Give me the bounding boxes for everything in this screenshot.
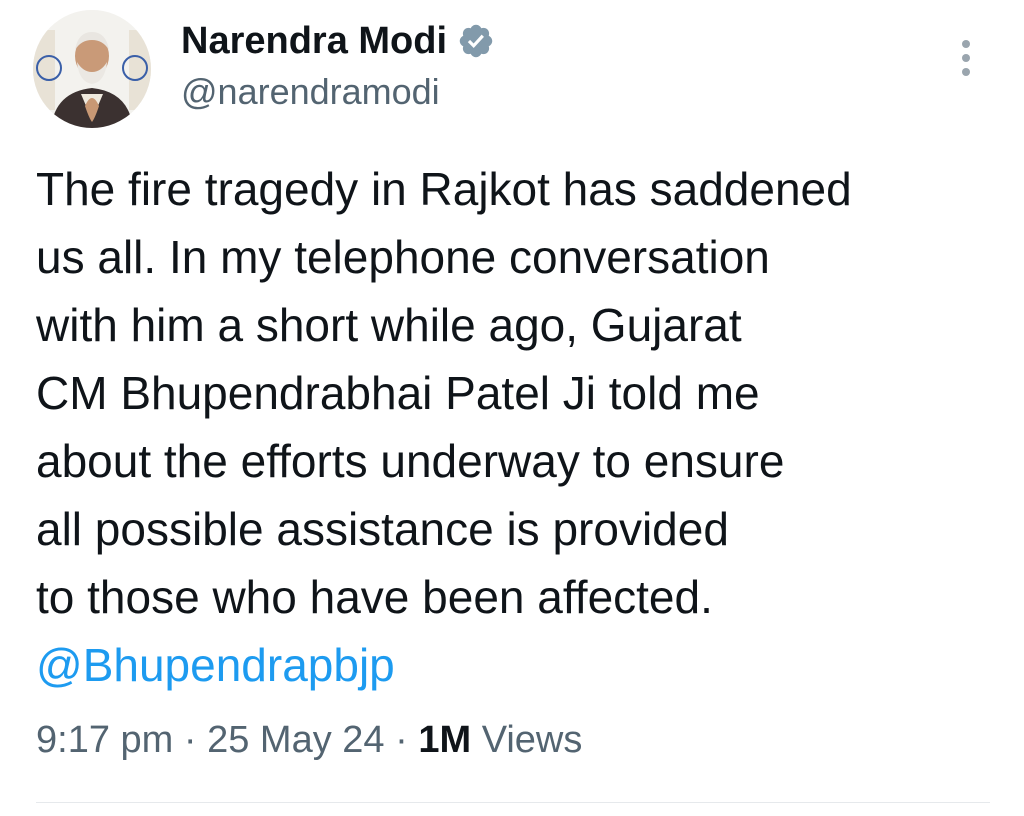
tweet-line: all possible assistance is provided (36, 503, 729, 555)
tweet-date[interactable]: 25 May 24 (207, 719, 384, 761)
tweet-line: us all. In my telephone conversation (36, 231, 770, 283)
tweet-meta: 9:17 pm · 25 May 24 · 1M Views (36, 716, 582, 764)
avatar-photo (33, 10, 151, 128)
more-vertical-icon[interactable] (952, 36, 980, 80)
tweet-time[interactable]: 9:17 pm (36, 719, 173, 761)
views-label: Views (481, 719, 583, 761)
tweet-line: about the efforts underway to ensure (36, 435, 785, 487)
author-display-name[interactable]: Narendra Modi (181, 18, 447, 64)
tweet-line: The fire tragedy in Rajkot has saddened (36, 163, 852, 215)
avatar[interactable] (33, 10, 151, 128)
tweet-text: The fire tragedy in Rajkot has saddened … (36, 155, 996, 699)
divider (36, 802, 990, 803)
tweet-line: CM Bhupendrabhai Patel Ji told me (36, 367, 760, 419)
mention-link[interactable]: @Bhupendrapbjp (36, 631, 996, 699)
tweet-line: with him a short while ago, Gujarat (36, 299, 742, 351)
tweet-line: to those who have been affected. (36, 571, 713, 623)
views-count: 1M (418, 719, 472, 761)
author-name[interactable]: Narendra Modi (181, 18, 495, 64)
meta-separator: · (183, 719, 197, 761)
author-handle[interactable]: @narendramodi (181, 70, 440, 114)
meta-separator: · (395, 719, 408, 761)
verified-badge-icon (459, 24, 493, 58)
